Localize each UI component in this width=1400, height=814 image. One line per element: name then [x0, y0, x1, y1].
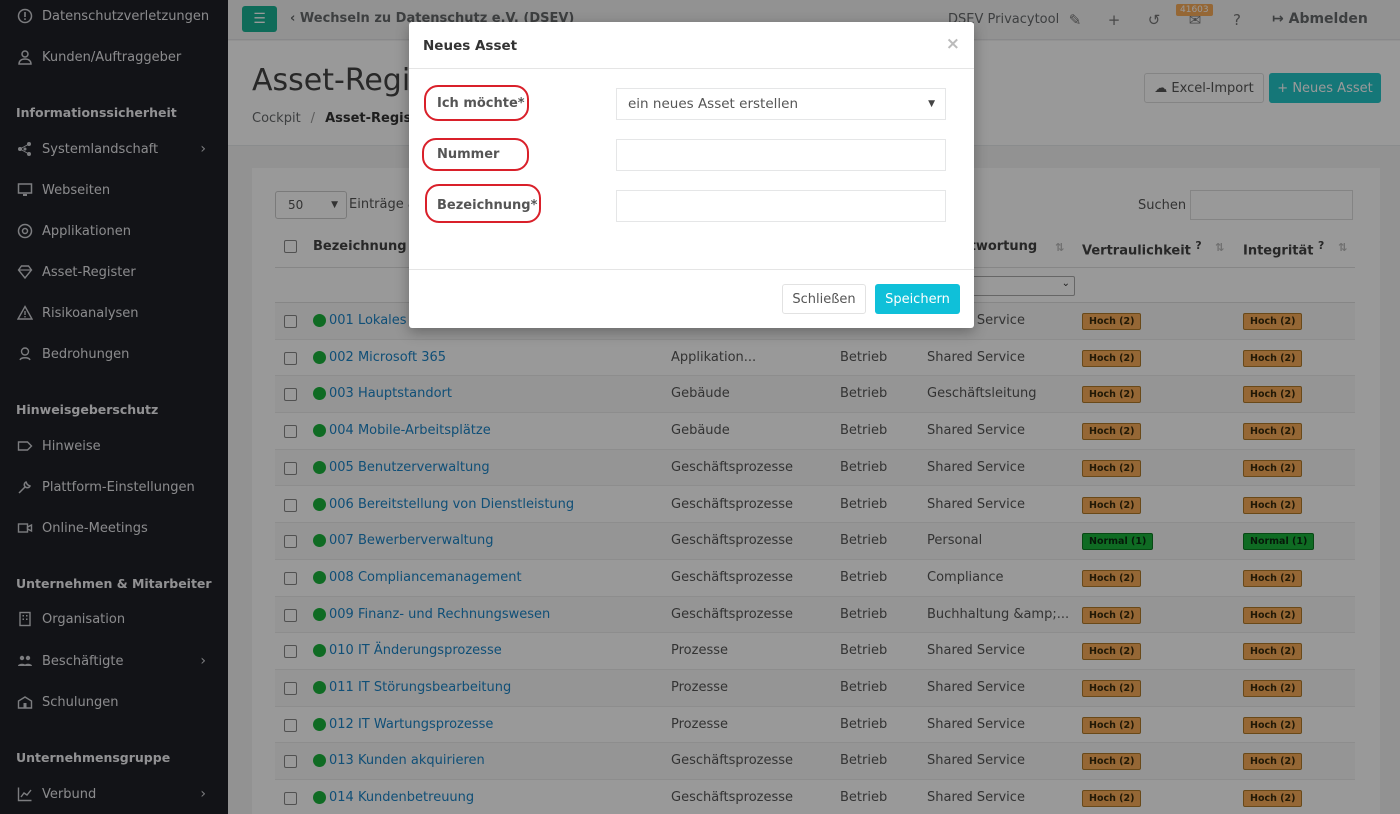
name-input[interactable]	[616, 190, 946, 222]
intent-label: Ich möchte*	[437, 96, 525, 111]
number-label: Nummer	[437, 147, 500, 162]
close-icon[interactable]: ×	[946, 34, 960, 54]
close-button[interactable]: Schließen	[782, 284, 866, 314]
modal-title: Neues Asset	[423, 38, 518, 54]
modal-divider	[409, 269, 974, 270]
caret-down-icon: ▼	[928, 99, 935, 109]
name-label: Bezeichnung*	[437, 198, 538, 213]
number-input[interactable]	[616, 139, 946, 171]
intent-select[interactable]: ein neues Asset erstellen ▼	[616, 88, 946, 120]
modal-divider	[409, 68, 974, 69]
save-button[interactable]: Speichern	[875, 284, 960, 314]
new-asset-modal: Neues Asset × Ich möchte* ein neues Asse…	[409, 22, 974, 328]
